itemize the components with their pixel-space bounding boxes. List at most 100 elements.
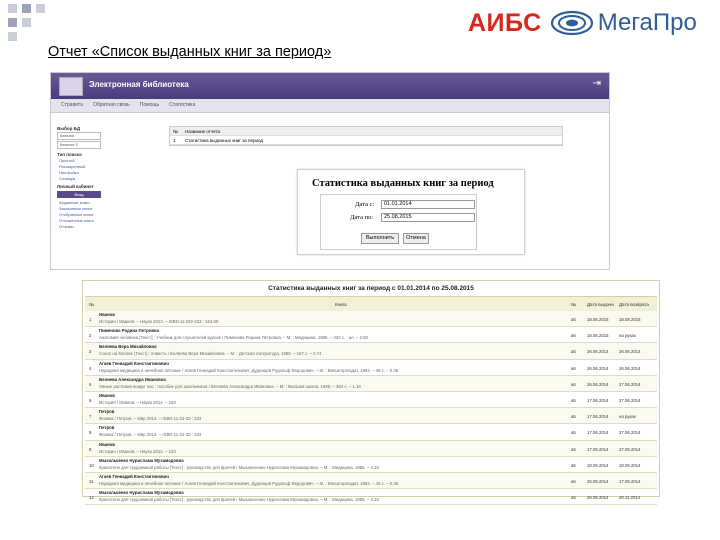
reader-label: Личный кабинет	[57, 184, 94, 189]
report-name[interactable]: Статистика выданных книг за период	[185, 138, 263, 143]
row-description: Анатомия человека [Текст] : Учебник для …	[99, 335, 368, 341]
row-issued-date: 26.06.2014	[587, 495, 609, 501]
row-issued-date: 18.06.2015	[587, 333, 609, 339]
table-row: 5 Беляева Александра Ивановна Умные растен…	[85, 375, 657, 392]
report-col-returned: Дата возврата	[619, 302, 649, 307]
reader-menu-link[interactable]: Отобранные книги	[59, 212, 103, 217]
reader-menu-link[interactable]: Отложенные книги	[59, 218, 103, 223]
row-author: Агаев Геннадий Константинович	[99, 473, 169, 479]
report-num: 1	[173, 137, 176, 143]
reader-menu-link[interactable]: Заказанные книги	[59, 206, 103, 211]
row-author: Петров	[99, 425, 115, 431]
search-type-link[interactable]: Словари	[59, 176, 103, 181]
report-col-code: №	[571, 302, 576, 307]
library-logo-icon	[59, 77, 83, 96]
row-author: Мыхальченко Нурислама Мухамадовна	[99, 457, 184, 463]
row-code: а5	[571, 446, 576, 452]
search-type-label: Тип поиска	[57, 152, 82, 157]
row-num: 5	[89, 381, 92, 387]
row-returned-date: 26.06.2014	[619, 365, 641, 371]
row-num: 4	[89, 365, 92, 371]
stat-form-panel: Дата с: 01.01.2014 Дата по: 25.08.2015 В…	[320, 194, 477, 250]
row-code: а5	[571, 349, 576, 355]
table-row: 9 Иванов История / Иванов. – Наука 2014. –…	[85, 440, 657, 457]
row-issued-date: 17.06.2014	[587, 430, 609, 436]
row-description: Красители для трудоемкой работы [Текст] …	[99, 464, 379, 470]
row-num: 6	[89, 397, 92, 403]
row-returned-date: 27.06.2014	[619, 397, 641, 403]
nav-tab[interactable]: Статистика	[169, 99, 195, 112]
row-issued-date: 17.06.2014	[587, 446, 609, 452]
row-author: Агаев Геннадий Константинович	[99, 360, 169, 366]
row-code: а6	[571, 365, 576, 371]
row-description: История / Иванов. – Наука 2014. – 233	[99, 399, 176, 405]
row-returned-date: 17.06.2014	[619, 478, 641, 484]
reader-login-button[interactable]: Вход	[57, 191, 101, 198]
row-issued-date: 26.06.2014	[587, 365, 609, 371]
row-author: Беляева Александра Ивановна	[99, 376, 166, 382]
table-row: 11 Агаев Геннадий Константинович Народная …	[85, 472, 657, 490]
row-num: 3	[89, 349, 92, 355]
report-list-row[interactable]: 1 Статистика выданных книг за период	[170, 136, 562, 145]
row-description: Народная медицина и лечебное питание / А…	[99, 367, 399, 373]
row-code: а5	[571, 495, 576, 501]
row-issued-date: 18.06.2015	[587, 317, 609, 322]
row-returned-date: 27.06.2014	[619, 430, 641, 436]
brand-main: АИБС	[468, 8, 542, 37]
row-num: 11	[89, 478, 94, 484]
nav-tab[interactable]: Стравита	[61, 99, 83, 112]
row-description: Сокол на Москве [Текст] : повесть / Беля…	[99, 351, 322, 357]
run-button[interactable]: Выполнить	[361, 233, 399, 244]
row-returned-date: 27.06.2014	[619, 381, 641, 387]
search-type-link[interactable]: Простой	[59, 158, 103, 163]
report-col-issued: Дата выдачи	[587, 302, 614, 307]
search-type-link[interactable]: Расширенный	[59, 164, 103, 169]
library-header: Электронная библиотека ⇥	[51, 73, 609, 99]
row-issued-date: 17.06.2014	[587, 397, 609, 403]
login-arrow-icon[interactable]: ⇥	[593, 78, 601, 89]
row-description: История / Иванов. – Наука 2014. – 233	[99, 448, 176, 454]
library-sidebar: Выбор БД Каталог Каталог 2 Тип поиска Пр…	[55, 123, 103, 230]
row-returned-date: 20.11.2014	[619, 495, 641, 501]
report-list-header: № Название отчета	[170, 127, 562, 136]
swirl-logo-icon	[550, 10, 593, 36]
table-row: 3 Беляева Вера Михайловна Сокол на Москве …	[85, 343, 657, 360]
stat-form-title: Статистика выданных книг за период	[312, 178, 494, 189]
date-to-input[interactable]: 25.08.2015	[381, 213, 475, 222]
db-select-2[interactable]: Каталог 2	[57, 141, 101, 149]
row-num: 12	[89, 495, 94, 501]
row-returned-date: на руках	[619, 414, 636, 420]
search-type-link[interactable]: Настройка	[59, 170, 103, 175]
row-description: Народная медицина и лечебное питание / А…	[99, 480, 399, 486]
report-col-num: №	[89, 302, 94, 307]
cancel-button[interactable]: Отмена	[403, 233, 429, 244]
reader-menu-link[interactable]: Выданные книги	[59, 200, 103, 205]
row-num: 8	[89, 430, 92, 436]
report-title: Статистика выданных книг за период с 01.…	[268, 285, 474, 292]
nav-tab[interactable]: Помощь	[140, 99, 159, 112]
row-code: а6	[571, 478, 576, 484]
reader-menu-link[interactable]: Отзывы	[59, 224, 103, 229]
stat-form-dialog: Статистика выданных книг за период Дата …	[297, 169, 525, 255]
row-description: Физика / Петров. – Мир 2014. – ISBN 11-2…	[99, 432, 202, 438]
row-author: Иванов	[99, 441, 115, 447]
library-window: Электронная библиотека ⇥ Стравита Обратн…	[50, 72, 610, 270]
report-col-book: Книга	[335, 302, 347, 307]
date-from-input[interactable]: 01.01.2014	[381, 200, 475, 209]
row-code: а5	[571, 317, 576, 322]
db-select[interactable]: Каталог	[57, 132, 101, 140]
row-returned-date: 18.08.2015	[619, 317, 641, 322]
nav-tab[interactable]: Обратная связь	[93, 99, 130, 112]
row-returned-date: на руках	[619, 333, 636, 339]
row-code: а5	[571, 397, 576, 403]
row-num: 2	[89, 333, 92, 339]
table-row: 4 Агаев Геннадий Константинович Народная м…	[85, 360, 657, 376]
row-code: а6	[571, 381, 576, 387]
row-code: а5	[571, 462, 576, 468]
row-issued-date: 26.05.2014	[587, 478, 609, 484]
row-issued-date: 26.06.2014	[587, 381, 609, 387]
row-issued-date: 17.06.2014	[587, 414, 609, 420]
table-row: 7 Петров Физика / Петров. – Мир 2014. – IS…	[85, 408, 657, 425]
col-num: №	[173, 128, 178, 134]
row-description: Физика / Петров. – Мир 2014. – ISBN 11-2…	[99, 416, 202, 422]
